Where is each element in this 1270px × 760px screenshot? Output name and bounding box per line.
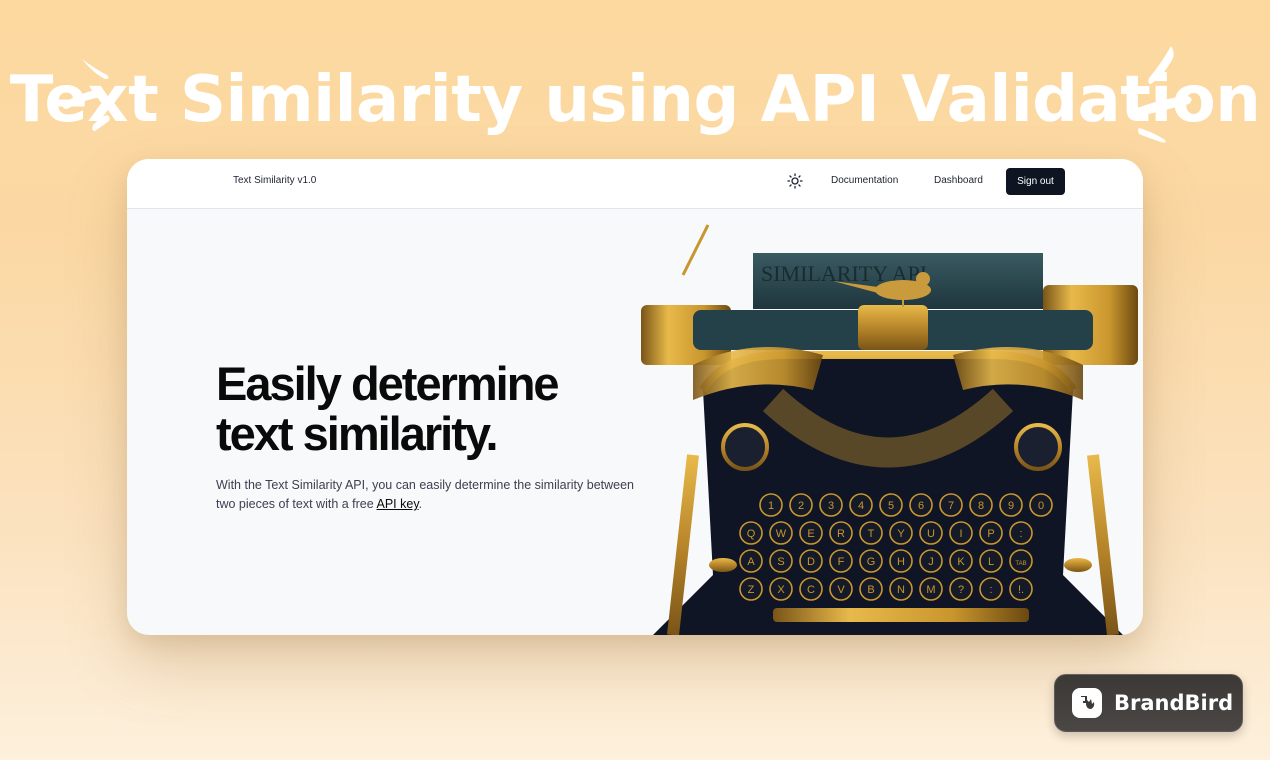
typewriter-key-label: 8 (978, 500, 984, 512)
typewriter-key-label: Z (748, 584, 755, 596)
typewriter-key-label: W (776, 528, 787, 540)
typewriter-key-label: Y (897, 528, 905, 540)
typewriter-key-label: Q (747, 528, 756, 540)
typewriter-key-label: U (927, 528, 935, 540)
typewriter-key-label: 2 (798, 500, 804, 512)
nav-documentation-link[interactable]: Documentation (831, 175, 898, 186)
typewriter-spacebar (773, 608, 1029, 622)
typewriter-key-label: E (807, 528, 814, 540)
typewriter-key-label: A (747, 556, 755, 568)
brandbird-logo-icon (1072, 688, 1102, 718)
sun-icon (787, 173, 803, 189)
hero-description: With the Text Similarity API, you can ea… (216, 476, 636, 514)
typewriter-key-label: 6 (918, 500, 924, 512)
api-key-link[interactable]: API key (377, 497, 419, 511)
typewriter-key-label: ? (958, 584, 964, 596)
theme-toggle-button[interactable] (785, 171, 805, 191)
typewriter-key-label: TAB (1015, 561, 1026, 567)
brand-name[interactable]: Text Similarity v1.0 (233, 175, 316, 186)
brandbird-watermark[interactable]: BrandBird (1054, 674, 1243, 732)
hero-title: Easily determine text similarity. (216, 359, 636, 459)
typewriter-key-label: K (957, 556, 965, 568)
typewriter-key-label: 9 (1008, 500, 1014, 512)
hero-title-line2: text similarity. (216, 407, 499, 460)
typewriter-key-label: C (807, 584, 815, 596)
hero-description-text: With the Text Similarity API, you can ea… (216, 478, 634, 511)
top-navbar: Text Similarity v1.0 Documentation Dashb… (127, 159, 1143, 209)
typewriter-illustration: SIMILARITY API 1 2 3 4 5 6 7 8 9 0Q W E R T Y U I P:A S D F G… (641, 224, 1138, 635)
typewriter-key-label: 7 (948, 500, 954, 512)
typewriter-key-label: !. (1018, 584, 1024, 596)
typewriter-key-label: 4 (858, 500, 864, 512)
typewriter-key-label: N (897, 584, 905, 596)
hero-title-line1: Easily determine (216, 357, 560, 410)
typewriter-key-label: B (867, 584, 874, 596)
banner-headline: Text Similarity using API Validation (9, 63, 1261, 137)
typewriter-key-label: I (959, 528, 962, 540)
typewriter-key-label: M (926, 584, 935, 596)
typewriter-key-label: : (1019, 528, 1022, 540)
sign-out-button[interactable]: Sign out (1006, 168, 1065, 195)
typewriter-key-label: D (807, 556, 815, 568)
typewriter-key-label: F (838, 556, 845, 568)
typewriter-key-label: J (928, 556, 934, 568)
typewriter-key-label: S (777, 556, 784, 568)
nav-dashboard-link[interactable]: Dashboard (934, 175, 983, 186)
typewriter-key-label: 5 (888, 500, 894, 512)
typewriter-key-label: V (837, 584, 845, 596)
typewriter-key-label: G (867, 556, 876, 568)
typewriter-key-label: X (777, 584, 785, 596)
typewriter-key-label: L (988, 556, 994, 568)
banner: Text Similarity using API Validation (0, 50, 1270, 150)
typewriter-key-label: P (987, 528, 994, 540)
typewriter-key-label: 1 (768, 500, 774, 512)
typewriter-key-label: T (868, 528, 875, 540)
app-window: Text Similarity v1.0 Documentation Dashb… (127, 159, 1143, 635)
typewriter-key-label: H (897, 556, 905, 568)
typewriter-key-label: 0 (1038, 500, 1044, 512)
typewriter-key-label: : (989, 584, 992, 596)
brandbird-label: BrandBird (1114, 691, 1234, 715)
hero-description-suffix: . (418, 497, 423, 511)
typewriter-key-label: R (837, 528, 845, 540)
typewriter-key-label: 3 (828, 500, 834, 512)
